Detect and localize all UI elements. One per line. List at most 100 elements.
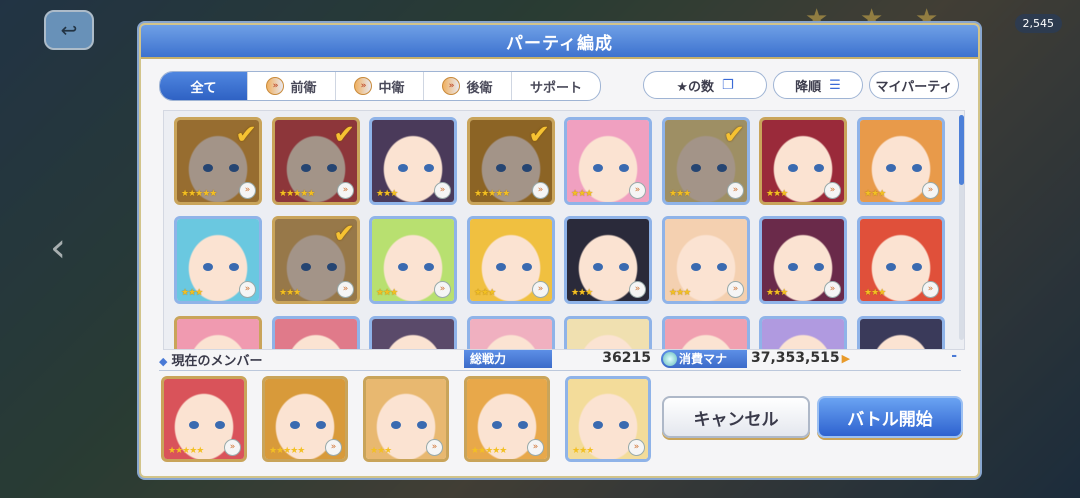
character-card[interactable]: ★★★ » xyxy=(759,216,847,304)
minus-icon: - xyxy=(951,348,957,364)
back-button[interactable]: ↩ xyxy=(44,10,94,50)
role-badge-icon: » xyxy=(325,439,342,456)
character-portrait xyxy=(177,319,259,349)
checkmark-icon: ✔ xyxy=(333,219,355,249)
character-card[interactable]: ★★★ » xyxy=(174,216,262,304)
diamond-bullet-icon: ◆ xyxy=(159,355,168,368)
role-badge-icon: » xyxy=(727,281,744,298)
role-badge-icon: » xyxy=(824,281,841,298)
tab-4[interactable]: サポート xyxy=(512,72,600,100)
role-badge-icon: » xyxy=(824,182,841,199)
scrollbar-thumb[interactable] xyxy=(959,115,964,185)
character-card[interactable]: ✔ ★★★ » xyxy=(272,216,360,304)
cancel-button[interactable]: キャンセル xyxy=(662,396,810,438)
rarity-stars: ★★★ xyxy=(370,446,392,456)
rarity-stars: ★★★★★ xyxy=(269,446,305,456)
sort-order-button[interactable]: 降順 ☰ xyxy=(773,71,863,99)
play-arrow-icon: ▶ xyxy=(841,352,851,365)
character-card[interactable]: ✔ ★★★★★ » xyxy=(467,117,555,205)
role-badge-icon: » xyxy=(337,182,354,199)
character-card[interactable]: ★★★ » xyxy=(857,117,945,205)
role-chevron-icon: » xyxy=(266,77,285,95)
rarity-stars: ★★★★★ xyxy=(474,189,510,199)
role-badge-icon: » xyxy=(532,182,549,199)
party-member-slot[interactable]: ★★★ » xyxy=(363,376,449,462)
party-member-slot[interactable]: ★★★★★ » xyxy=(262,376,348,462)
character-card[interactable] xyxy=(857,316,945,349)
rarity-stars: ★★★ xyxy=(376,189,398,199)
checkmark-icon: ✔ xyxy=(723,120,745,150)
portrait-eyes xyxy=(593,164,629,172)
character-card[interactable]: ★★★ » xyxy=(369,117,457,205)
character-portrait xyxy=(567,319,649,349)
character-card[interactable]: ★★★ » xyxy=(759,117,847,205)
rarity-stars: ★★★ xyxy=(474,288,496,298)
role-chevron-icon: » xyxy=(442,77,461,95)
rarity-stars: ★★★ xyxy=(669,288,691,298)
portrait-eyes xyxy=(691,263,727,271)
character-card[interactable] xyxy=(272,316,360,349)
sort-by-stars-button[interactable]: ★の数 ❐ xyxy=(643,71,767,99)
role-badge-icon: » xyxy=(628,439,645,456)
character-card[interactable]: ★★★ » xyxy=(467,216,555,304)
character-card[interactable] xyxy=(662,316,750,349)
party-member-slot[interactable]: ★★★ » xyxy=(565,376,651,462)
party-member-slot[interactable]: ★★★★★ » xyxy=(464,376,550,462)
top-mana-counter: 2,545 xyxy=(1014,14,1062,33)
character-card[interactable]: ★★★ » xyxy=(662,216,750,304)
dialog-title: パーティ編成 xyxy=(506,33,613,54)
my-party-button[interactable]: マイパーティ xyxy=(869,71,959,99)
role-badge-icon: » xyxy=(532,281,549,298)
character-card[interactable]: ★★★ » xyxy=(564,216,652,304)
portrait-eyes xyxy=(593,421,629,429)
mana-cost-value: 37,353,515 ▶ xyxy=(751,350,851,366)
rarity-stars: ★★★ xyxy=(376,288,398,298)
character-card[interactable] xyxy=(369,316,457,349)
checkmark-icon: ✔ xyxy=(528,120,550,150)
character-card[interactable]: ✔ ★★★★★ » xyxy=(174,117,262,205)
sort-order-label: 降順 xyxy=(795,79,822,95)
party-formation-dialog: パーティ編成 全て » 前衛 » 中衛 » 後衛 サポート ★の数 ❐ 降順 ☰ マイパーティ… xyxy=(139,23,980,478)
character-card[interactable] xyxy=(467,316,555,349)
tab-0[interactable]: 全て xyxy=(160,72,248,100)
character-card[interactable] xyxy=(759,316,847,349)
character-card[interactable]: ★★★ » xyxy=(369,216,457,304)
role-badge-icon: » xyxy=(434,281,451,298)
rarity-stars: ★★★ xyxy=(181,288,203,298)
role-badge-icon: » xyxy=(727,182,744,199)
portrait-eyes xyxy=(398,164,434,172)
tab-1[interactable]: » 前衛 xyxy=(248,72,336,100)
tab-3[interactable]: » 後衛 xyxy=(424,72,512,100)
window-toggle-icon: ❐ xyxy=(722,77,734,93)
role-badge-icon: » xyxy=(629,182,646,199)
portrait-eyes xyxy=(788,263,824,271)
portrait-eyes xyxy=(398,263,434,271)
character-portrait xyxy=(762,319,844,349)
character-card[interactable]: ★★★ » xyxy=(564,117,652,205)
character-portrait xyxy=(372,319,454,349)
tab-2[interactable]: » 中衛 xyxy=(336,72,424,100)
tab-label: サポート xyxy=(529,80,582,96)
character-card[interactable]: ✔ ★★★ » xyxy=(662,117,750,205)
character-card[interactable]: ★★★ » xyxy=(857,216,945,304)
rarity-stars: ★★★ xyxy=(669,189,691,199)
role-badge-icon: » xyxy=(527,439,544,456)
total-power-value: 36215 xyxy=(602,350,651,366)
portrait-eyes xyxy=(593,263,629,271)
role-badge-icon: » xyxy=(922,182,939,199)
my-party-label: マイパーティ xyxy=(875,79,953,95)
portrait-eyes xyxy=(886,263,922,271)
rarity-stars: ★★★ xyxy=(571,288,593,298)
character-card[interactable] xyxy=(174,316,262,349)
role-badge-icon: » xyxy=(224,439,241,456)
character-portrait xyxy=(665,319,747,349)
roster-scrollbar[interactable] xyxy=(959,115,964,340)
character-card[interactable] xyxy=(564,316,652,349)
character-card[interactable]: ✔ ★★★★★ » xyxy=(272,117,360,205)
rarity-stars: ★★★ xyxy=(571,189,593,199)
party-member-slot[interactable]: ★★★★★ » xyxy=(161,376,247,462)
start-battle-button[interactable]: バトル開始 xyxy=(817,396,963,438)
character-roster-grid: ✔ ★★★★★» ✔ ★★★★★» ★★★» ✔ ★★★★★» ★★★» ✔ ★★★» ★★★» ★★… xyxy=(163,110,965,350)
rarity-stars: ★★★ xyxy=(572,446,594,456)
checkmark-icon: ✔ xyxy=(333,120,355,150)
